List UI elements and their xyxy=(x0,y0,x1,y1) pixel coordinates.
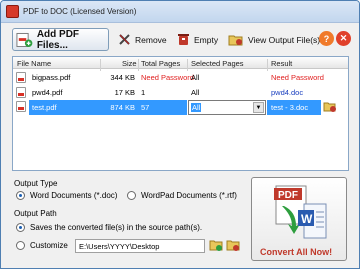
open-folder-icon[interactable] xyxy=(226,239,240,252)
svg-text:W: W xyxy=(301,212,313,226)
app-icon xyxy=(6,5,19,18)
customize-option[interactable]: Customize xyxy=(30,241,68,250)
wordpad-rtf-radio[interactable] xyxy=(127,191,136,200)
pdf-file-icon xyxy=(16,101,26,112)
toolbar: Add PDF Files... Remove Empty View Outpu… xyxy=(1,23,359,60)
output-type-label: Output Type xyxy=(14,179,58,188)
pdf-to-word-icon: PDF W xyxy=(274,185,327,239)
selected-pages: All xyxy=(191,73,200,82)
file-list-table[interactable]: File Name Size Total Pages Selected Page… xyxy=(12,56,349,171)
view-output-label: View Output File(s) xyxy=(248,35,321,45)
total-pages: Need Password xyxy=(141,73,194,82)
convert-all-now-button[interactable]: PDF W Convert All Now! xyxy=(251,177,347,261)
convert-all-now-label: Convert All Now! xyxy=(260,247,333,257)
file-name: test.pdf xyxy=(32,103,57,112)
trash-icon xyxy=(178,34,189,45)
source-path-radio[interactable] xyxy=(16,223,25,232)
word-doc-radio[interactable] xyxy=(16,191,25,200)
result[interactable]: test - 3.doc xyxy=(271,103,308,112)
total-pages: 57 xyxy=(141,103,150,112)
table-row[interactable]: bigpass.pdf 344 KB Need Password All Nee… xyxy=(13,71,348,84)
close-app-button[interactable]: ✕ xyxy=(336,31,351,46)
col-result[interactable]: Result xyxy=(271,59,292,68)
customize-radio[interactable] xyxy=(16,241,25,250)
pdf-file-icon xyxy=(16,72,26,83)
view-output-icon xyxy=(228,35,243,46)
file-name: bigpass.pdf xyxy=(32,73,71,82)
remove-icon xyxy=(119,34,130,45)
file-name: pwd4.pdf xyxy=(32,88,63,97)
remove-label: Remove xyxy=(135,34,167,45)
result[interactable]: pwd4.doc xyxy=(271,88,303,97)
add-pdf-files-button[interactable]: Add PDF Files... xyxy=(12,28,109,51)
col-selected-pages[interactable]: Selected Pages xyxy=(191,59,244,68)
file-size: 17 KB xyxy=(114,88,135,97)
help-button[interactable]: ? xyxy=(319,31,334,46)
question-icon: ? xyxy=(323,33,330,44)
chevron-down-icon[interactable]: ▼ xyxy=(253,102,264,113)
empty-label: Empty xyxy=(194,34,219,45)
output-path-field[interactable]: E:\Users\YYYY\Desktop xyxy=(75,239,205,253)
title-bar: PDF to DOC (Licensed Version) xyxy=(1,1,359,23)
close-icon: ✕ xyxy=(339,33,348,43)
source-path-option[interactable]: Saves the converted file(s) in the sourc… xyxy=(30,223,202,232)
pdf-file-icon xyxy=(16,87,26,98)
col-size[interactable]: Size xyxy=(122,59,137,68)
pdf-icon-text: PDF xyxy=(278,190,298,201)
output-path-label: Output Path xyxy=(14,209,57,218)
add-pdf-files-label: Add PDF Files... xyxy=(36,28,80,51)
remove-button[interactable]: Remove xyxy=(118,33,167,46)
browse-folder-icon[interactable] xyxy=(209,239,223,252)
window-title: PDF to DOC (Licensed Version) xyxy=(23,7,137,16)
empty-button[interactable]: Empty xyxy=(177,33,218,46)
app-window: PDF to DOC (Licensed Version) Add PDF Fi… xyxy=(0,0,360,269)
open-output-folder-icon[interactable] xyxy=(323,101,337,113)
file-size: 344 KB xyxy=(110,73,135,82)
table-row-selected[interactable]: test.pdf 874 KB 57 All ▼ test - 3.doc xyxy=(13,100,348,115)
view-output-files-button[interactable]: View Output File(s) xyxy=(228,33,320,47)
word-doc-option[interactable]: Word Documents (*.doc) xyxy=(30,191,117,200)
selected-pages-value: All xyxy=(191,103,202,112)
col-file-name[interactable]: File Name xyxy=(17,59,51,68)
result: Need Password xyxy=(271,73,324,82)
selected-pages: All xyxy=(191,88,200,97)
file-size: 874 KB xyxy=(110,103,135,112)
wordpad-rtf-option[interactable]: WordPad Documents (*.rtf) xyxy=(141,191,237,200)
add-files-icon xyxy=(16,32,33,47)
col-total-pages[interactable]: Total Pages xyxy=(141,59,180,68)
selected-pages-dropdown[interactable]: All ▼ xyxy=(188,100,266,115)
table-row[interactable]: pwd4.pdf 17 KB 1 All pwd4.doc xyxy=(13,86,348,99)
table-header: File Name Size Total Pages Selected Page… xyxy=(13,57,348,71)
total-pages: 1 xyxy=(141,88,146,97)
